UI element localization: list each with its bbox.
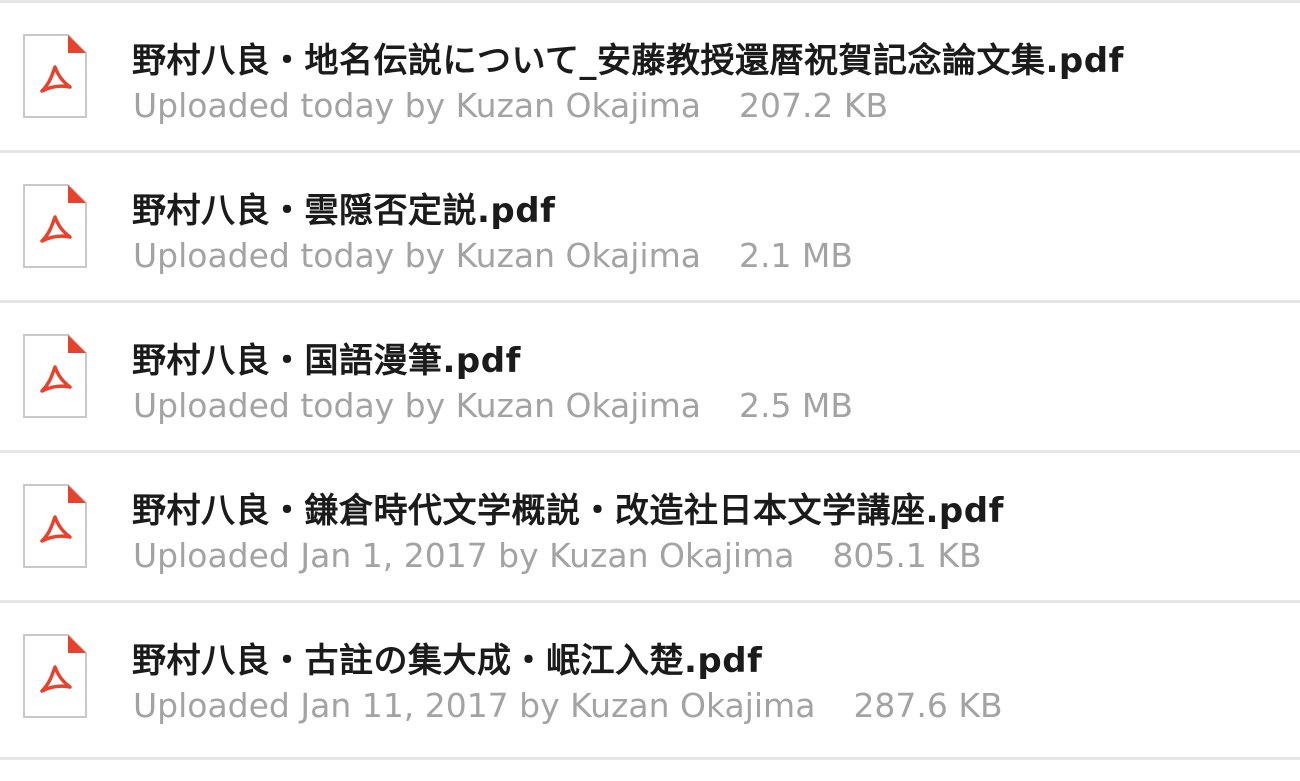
file-row[interactable]: 野村八良・地名伝説について_安藤教授還暦祝賀記念論文集.pdf Uploaded…	[0, 3, 1300, 153]
upload-info: Uploaded Jan 1, 2017 by Kuzan Okajima	[133, 536, 795, 575]
file-meta: Uploaded Jan 11, 2017 by Kuzan Okajima 28…	[133, 686, 1003, 725]
file-size: 287.6 KB	[853, 686, 1003, 725]
file-meta: Uploaded Jan 1, 2017 by Kuzan Okajima 805…	[133, 536, 982, 575]
file-meta: Uploaded today by Kuzan Okajima 2.1 MB	[133, 236, 853, 275]
upload-info: Uploaded today by Kuzan Okajima	[133, 86, 701, 125]
pdf-file-icon	[22, 33, 88, 119]
file-name[interactable]: 野村八良・地名伝説について_安藤教授還暦祝賀記念論文集.pdf	[132, 33, 1124, 82]
pdf-file-icon	[22, 183, 88, 269]
upload-info: Uploaded Jan 11, 2017 by Kuzan Okajima	[133, 686, 816, 725]
file-name[interactable]: 野村八良・雲隠否定説.pdf	[132, 183, 555, 232]
file-name[interactable]: 野村八良・鎌倉時代文学概説・改造社日本文学講座.pdf	[132, 483, 1004, 532]
file-name[interactable]: 野村八良・国語漫筆.pdf	[132, 333, 521, 382]
file-row[interactable]: 野村八良・古註の集大成・岷江入楚.pdf Uploaded Jan 11, 20…	[0, 603, 1300, 760]
upload-info: Uploaded today by Kuzan Okajima	[133, 236, 701, 275]
file-size: 2.5 MB	[738, 386, 854, 425]
file-meta: Uploaded today by Kuzan Okajima 207.2 KB	[133, 86, 888, 125]
file-row[interactable]: 野村八良・国語漫筆.pdf Uploaded today by Kuzan Ok…	[0, 303, 1300, 453]
file-name[interactable]: 野村八良・古註の集大成・岷江入楚.pdf	[132, 633, 762, 682]
file-meta: Uploaded today by Kuzan Okajima 2.5 MB	[133, 386, 853, 425]
file-list: 野村八良・地名伝説について_安藤教授還暦祝賀記念論文集.pdf Uploaded…	[0, 0, 1300, 781]
pdf-file-icon	[22, 633, 88, 719]
file-size: 207.2 KB	[738, 86, 889, 125]
pdf-file-icon	[22, 483, 88, 569]
pdf-file-icon	[22, 333, 88, 419]
upload-info: Uploaded today by Kuzan Okajima	[133, 386, 701, 425]
file-row[interactable]: 野村八良・鎌倉時代文学概説・改造社日本文学講座.pdf Uploaded Jan…	[0, 453, 1300, 603]
file-size: 2.1 MB	[738, 236, 854, 275]
file-row[interactable]: 野村八良・雲隠否定説.pdf Uploaded today by Kuzan O…	[0, 153, 1300, 303]
file-size: 805.1 KB	[832, 536, 982, 575]
